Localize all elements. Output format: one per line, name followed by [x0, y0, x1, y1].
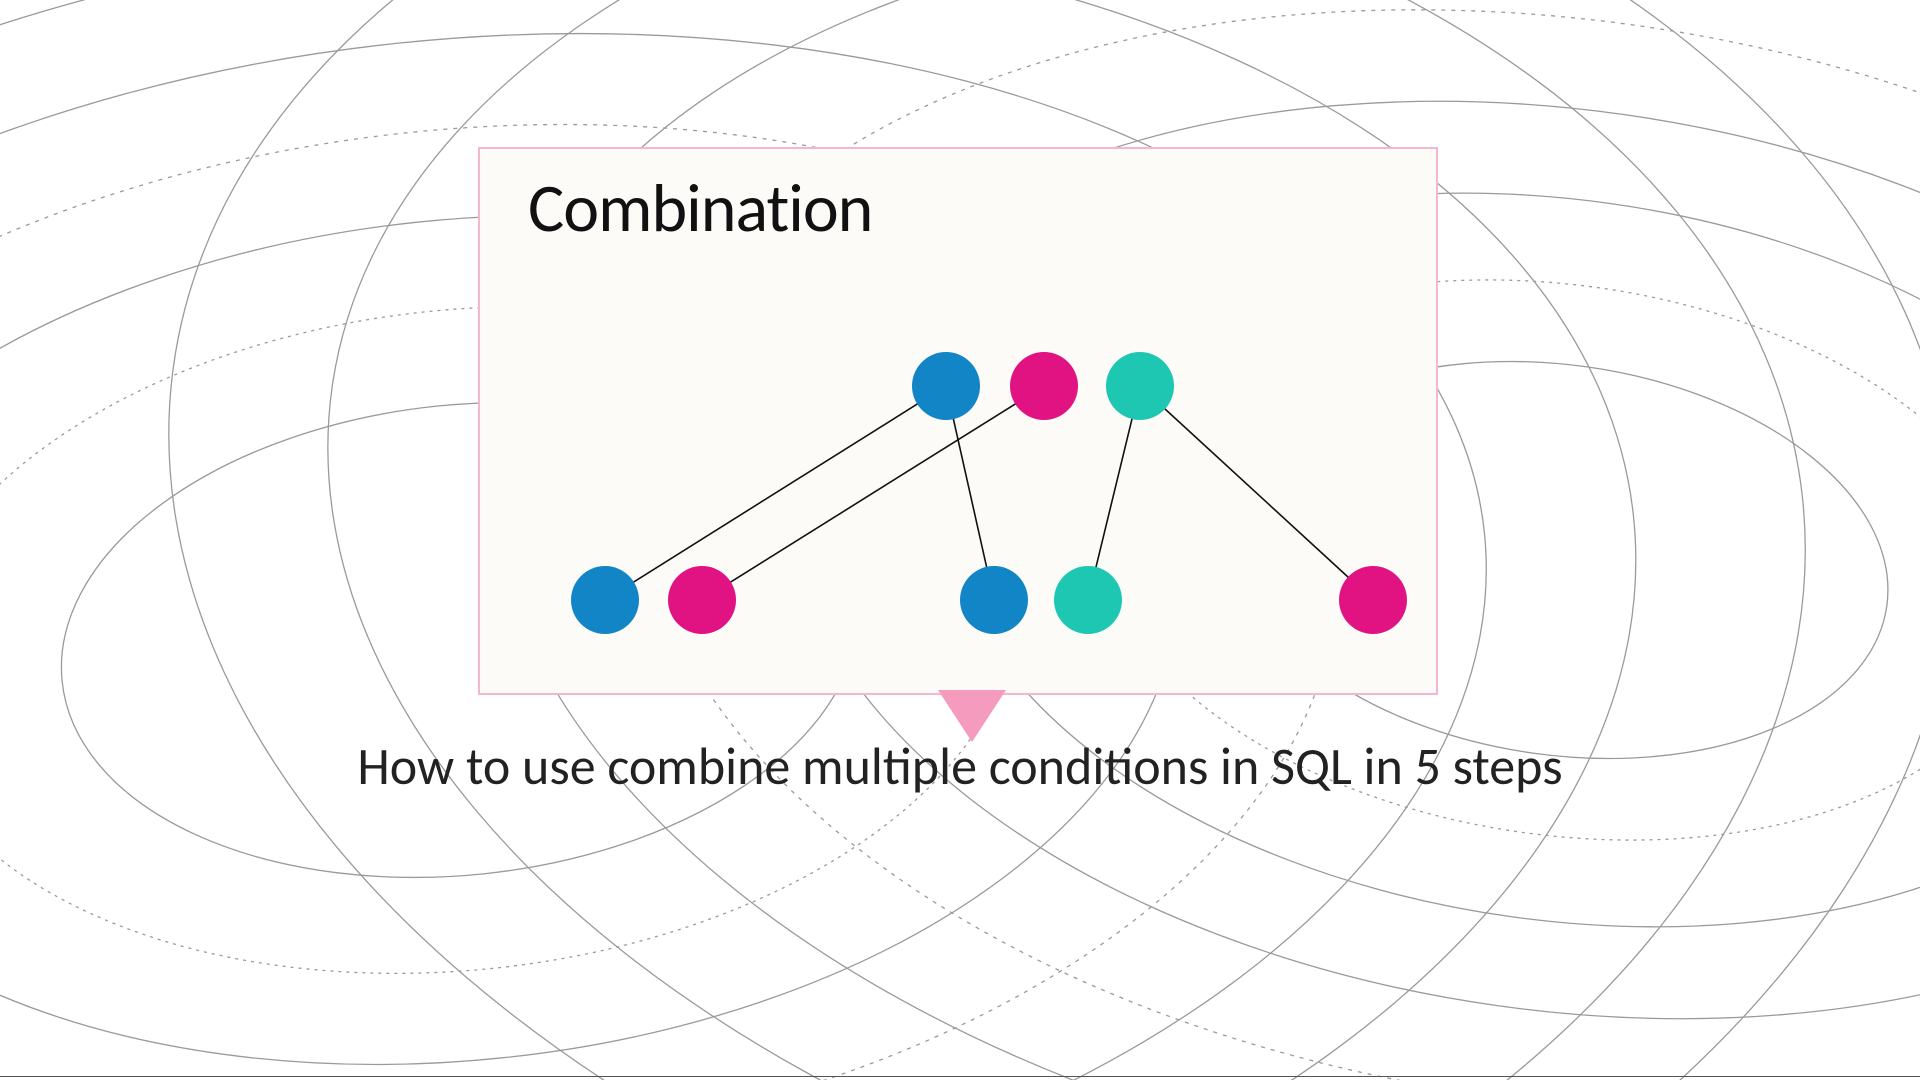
node-bottom-1-pink: [668, 566, 736, 634]
node-top-2-teal: [1106, 352, 1174, 420]
divider-line: [0, 1076, 1920, 1077]
node-bottom-0-blue: [571, 566, 639, 634]
slide-stage: Combination How to use combine multiple …: [0, 0, 1920, 1080]
edge: [1096, 419, 1132, 567]
edge: [953, 419, 986, 567]
edge: [731, 404, 1015, 582]
node-bottom-2-blue: [960, 566, 1028, 634]
node-bottom-4-pink: [1339, 566, 1407, 634]
edge: [1165, 409, 1348, 577]
diagram-card: Combination: [478, 147, 1438, 695]
node-top-0-blue: [912, 352, 980, 420]
node-top-1-pink: [1010, 352, 1078, 420]
slide-subtitle: How to use combine multiple conditions i…: [0, 734, 1920, 799]
edge: [634, 404, 917, 582]
node-bottom-3-teal: [1054, 566, 1122, 634]
